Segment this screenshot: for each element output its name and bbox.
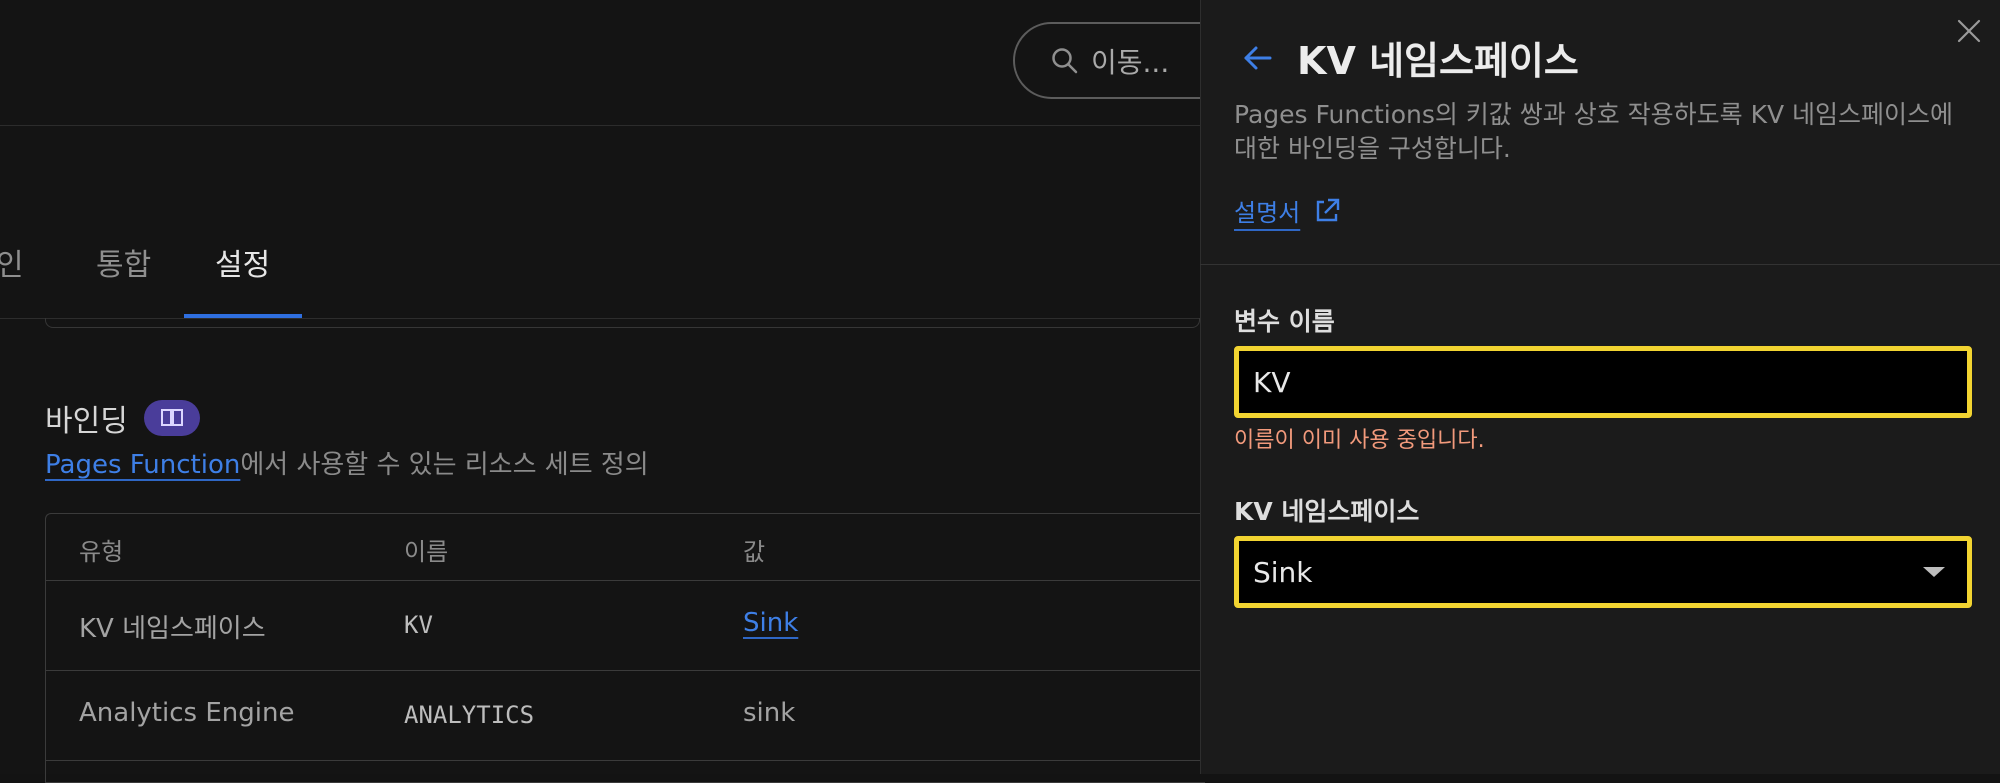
book-icon [160, 409, 183, 426]
header-divider [0, 125, 1200, 126]
search-icon [1052, 47, 1078, 73]
tab-bar: 인 통합 설정 [0, 240, 1200, 318]
error-message: 이름이 이미 사용 중입니다. [1234, 428, 1485, 453]
panel-description: Pages Functions의 키값 쌍과 상호 작용하도록 KV 네임스페이… [1234, 100, 1954, 163]
bindings-description: Pages Function에서 사용할 수 있는 리소스 세트 정의 [45, 444, 649, 481]
previous-card-edge [45, 318, 1200, 328]
table-row: KV 네임스페이스 KV Sink [46, 580, 1205, 671]
close-icon[interactable] [1952, 14, 1986, 48]
panel-divider [1200, 264, 2000, 265]
external-link-icon [1317, 198, 1340, 221]
row-name: ANALYTICS [404, 701, 535, 729]
bindings-title: 바인딩 [45, 404, 128, 439]
panel-title: KV 네임스페이스 [1297, 39, 1579, 83]
header-name: 이름 [404, 538, 449, 566]
table-row: Analytics Engine ANALYTICS sink [46, 670, 1205, 761]
tab-integrations[interactable]: 통합 [96, 240, 151, 284]
search-placeholder: 이동... [1091, 45, 1170, 79]
docs-link-label: 설명서 [1234, 199, 1301, 227]
row-type: KV 네임스페이스 [79, 614, 266, 644]
row-name: KV [404, 611, 433, 639]
bindings-table: 유형 이름 값 KV 네임스페이스 KV Sink Analytics Engi… [45, 513, 1205, 783]
docs-link[interactable]: 설명서 [1234, 193, 1342, 228]
back-arrow-icon[interactable] [1240, 40, 1276, 76]
kv-namespace-label: KV 네임스페이스 [1234, 497, 1420, 526]
table-header: 유형 이름 값 [46, 514, 1205, 581]
header-value: 값 [743, 538, 766, 566]
header-type: 유형 [79, 538, 124, 566]
tab-domains[interactable]: 인 [0, 240, 24, 284]
row-type: Analytics Engine [79, 698, 295, 728]
bindings-description-text: 에서 사용할 수 있는 리소스 세트 정의 [240, 450, 649, 480]
bindings-section-header: 바인딩 [45, 396, 200, 440]
kv-namespace-select[interactable]: Sink [1234, 536, 1972, 608]
variable-name-input[interactable] [1234, 346, 1972, 418]
variable-name-label: 변수 이름 [1234, 307, 1335, 336]
tab-settings[interactable]: 설정 [215, 240, 270, 284]
chevron-down-icon [1923, 567, 1945, 577]
row-value-link[interactable]: Sink [743, 608, 798, 638]
pages-function-link[interactable]: Pages Function [45, 450, 240, 480]
row-value: sink [743, 698, 796, 728]
kv-namespace-selected-value: Sink [1253, 555, 1313, 589]
book-badge[interactable] [143, 400, 200, 436]
